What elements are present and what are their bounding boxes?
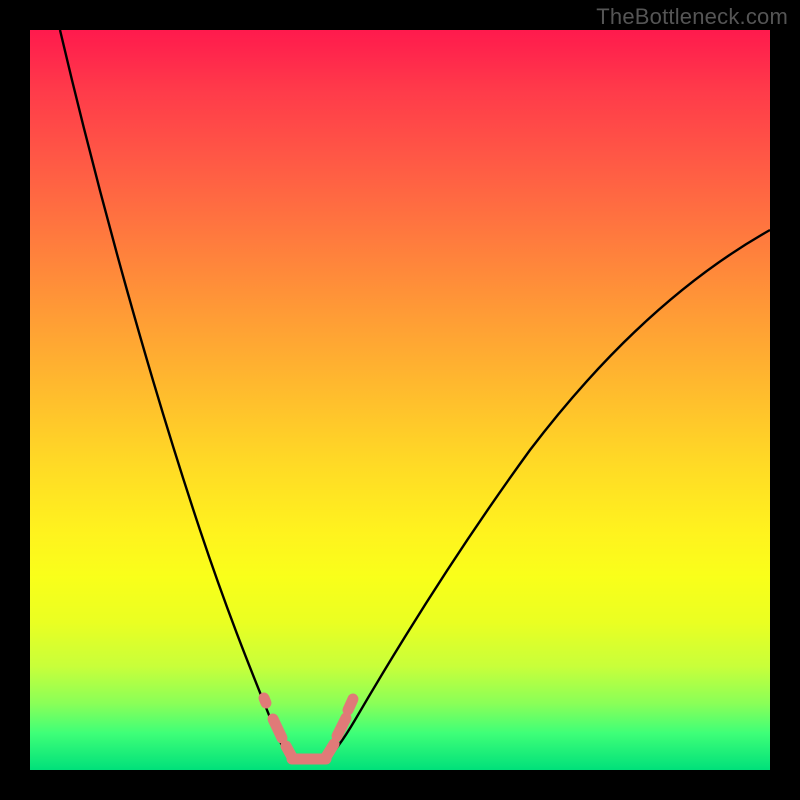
bottleneck-curve: [30, 30, 770, 770]
curve-left-arm: [60, 30, 292, 759]
curve-right-arm: [326, 230, 770, 759]
trough-highlight: [264, 698, 353, 759]
plot-area: [30, 30, 770, 770]
watermark-text: TheBottleneck.com: [596, 4, 788, 30]
chart-frame: TheBottleneck.com: [0, 0, 800, 800]
